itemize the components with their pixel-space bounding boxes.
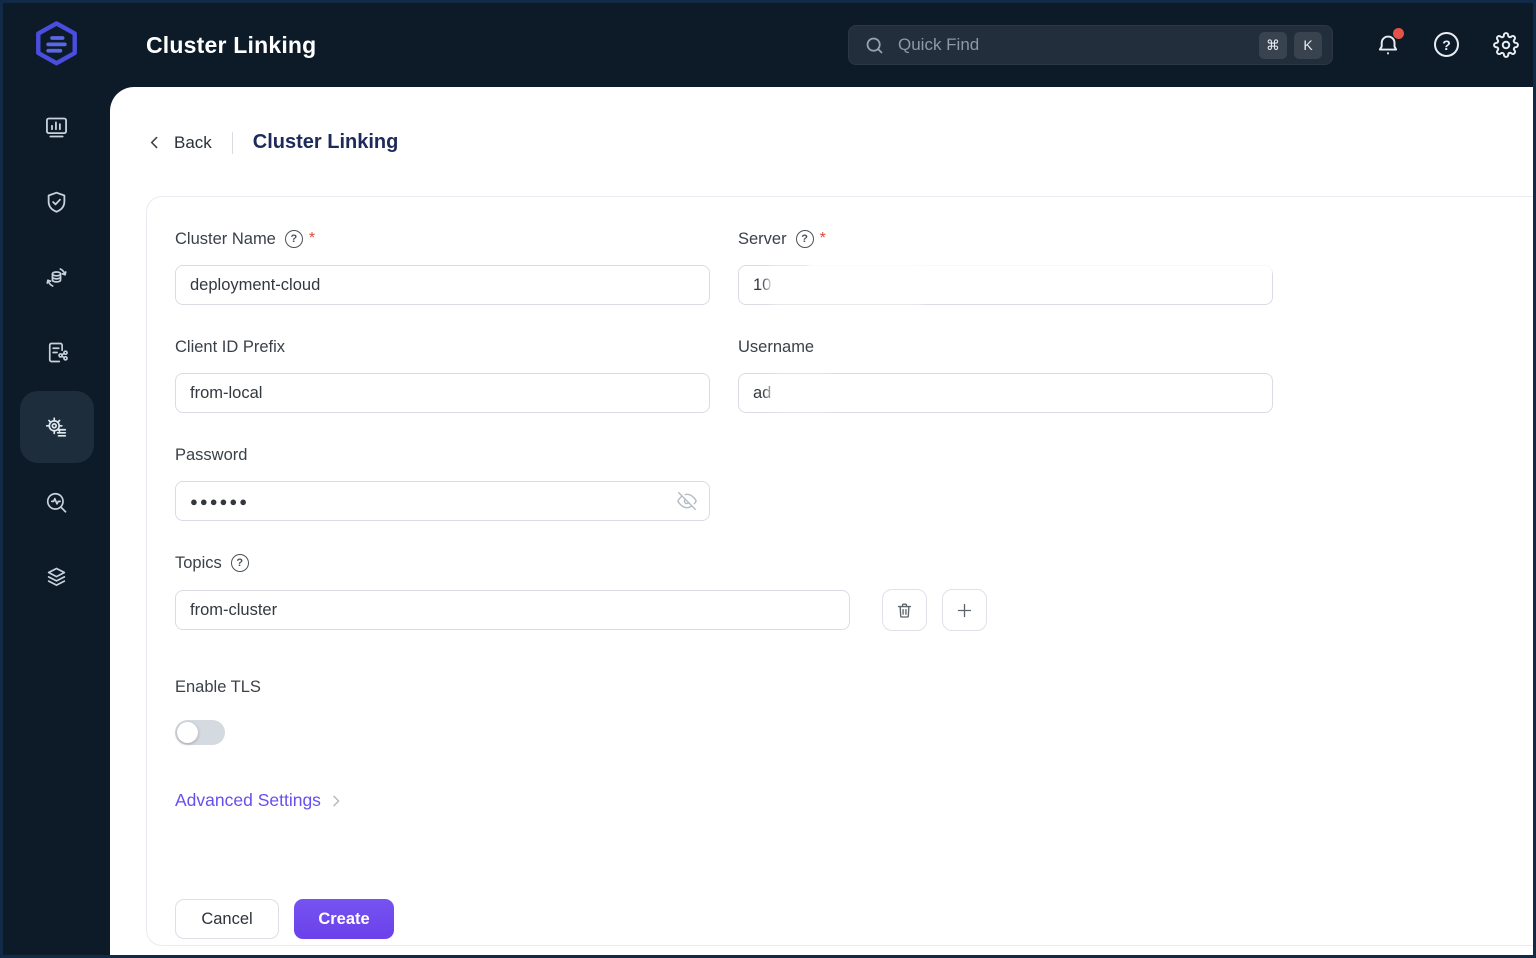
back-label: Back [174,132,212,152]
required-marker: * [308,230,316,247]
layers-icon [47,567,66,586]
cluster-name-input[interactable] [175,265,710,305]
chevron-left-icon [150,136,158,149]
server-input[interactable] [738,265,1273,305]
toggle-knob [177,722,198,743]
search-input[interactable] [896,34,1259,56]
sidebar-item-cluster-settings[interactable] [19,391,94,463]
create-button[interactable]: Create [294,899,394,939]
breadcrumb: Back Cluster Linking [146,131,398,154]
dashboard-chart-icon [46,117,67,137]
eye-off-icon[interactable] [677,491,697,511]
form-actions: Cancel Create [175,899,394,939]
sidebar-item-extensions[interactable] [20,541,94,613]
plus-icon [957,603,972,617]
gear-config-icon [45,416,67,437]
enable-tls-toggle[interactable] [175,720,225,745]
settings-gear-icon[interactable] [1493,32,1519,58]
topics-help-icon[interactable]: ? [230,554,249,572]
username-label: Username [738,337,815,356]
sidebar-item-data-integration[interactable] [20,241,94,313]
quick-find-search[interactable]: ⌘ K [848,25,1333,65]
sidebar-item-dashboard[interactable] [20,91,94,163]
k-key-badge: K [1294,31,1322,59]
search-icon [866,37,883,53]
server-share-icon [48,342,68,362]
add-topic-button[interactable] [942,589,987,631]
client-id-prefix-input[interactable] [175,373,710,413]
app-logo[interactable] [3,3,110,87]
cluster-name-help-icon[interactable]: ? [284,230,303,248]
delete-topic-button[interactable] [882,589,927,631]
app-title: Cluster Linking [146,31,317,58]
breadcrumb-divider [231,131,233,154]
chevron-right-icon [333,795,340,806]
client-id-prefix-field: Client ID Prefix [175,336,710,413]
cluster-name-label: Cluster Name ? * [175,229,316,248]
left-sidebar [3,87,110,955]
topic-input[interactable] [175,590,850,630]
notification-dot [1393,28,1404,39]
server-help-icon[interactable]: ? [795,230,814,248]
form-card: Cluster Name ? * Server ? * [146,196,1533,946]
help-icon[interactable]: ? [1434,32,1460,58]
server-label: Server ? * [738,229,826,248]
sidebar-item-diagnose[interactable] [20,466,94,538]
diagnose-magnifier-icon [46,492,67,513]
username-input[interactable] [738,373,1273,413]
main-content: Back Cluster Linking Cluster Name ? * Se… [110,87,1533,955]
sidebar-item-access-control[interactable] [20,166,94,238]
topics-label: Topics ? [175,552,1035,574]
emqx-hexagon-logo-icon [36,20,77,65]
data-sync-icon [46,267,67,287]
back-button[interactable]: Back [146,133,212,153]
shield-check-icon [47,191,66,213]
username-field: Username [738,336,1273,413]
advanced-settings-link[interactable]: Advanced Settings [175,790,344,811]
client-id-prefix-label: Client ID Prefix [175,337,286,356]
sidebar-item-management[interactable] [20,316,94,388]
topics-field: Topics ? [175,552,1035,631]
cluster-name-field: Cluster Name ? * [175,228,710,305]
enable-tls-label: Enable TLS [175,677,261,696]
enable-tls-field: Enable TLS [175,676,710,745]
server-field: Server ? * [738,228,1438,305]
password-field: Password [175,444,710,521]
required-marker: * [819,230,826,247]
advanced-settings-label: Advanced Settings [175,790,321,810]
top-header: Cluster Linking ⌘ K ? [3,3,1533,87]
page-title: Cluster Linking [252,131,399,153]
cancel-button[interactable]: Cancel [175,899,279,939]
password-input[interactable] [175,481,710,521]
cmd-key-badge: ⌘ [1259,31,1287,59]
trash-icon [897,602,912,618]
notifications-bell-icon[interactable] [1375,28,1404,58]
password-label: Password [175,445,248,464]
